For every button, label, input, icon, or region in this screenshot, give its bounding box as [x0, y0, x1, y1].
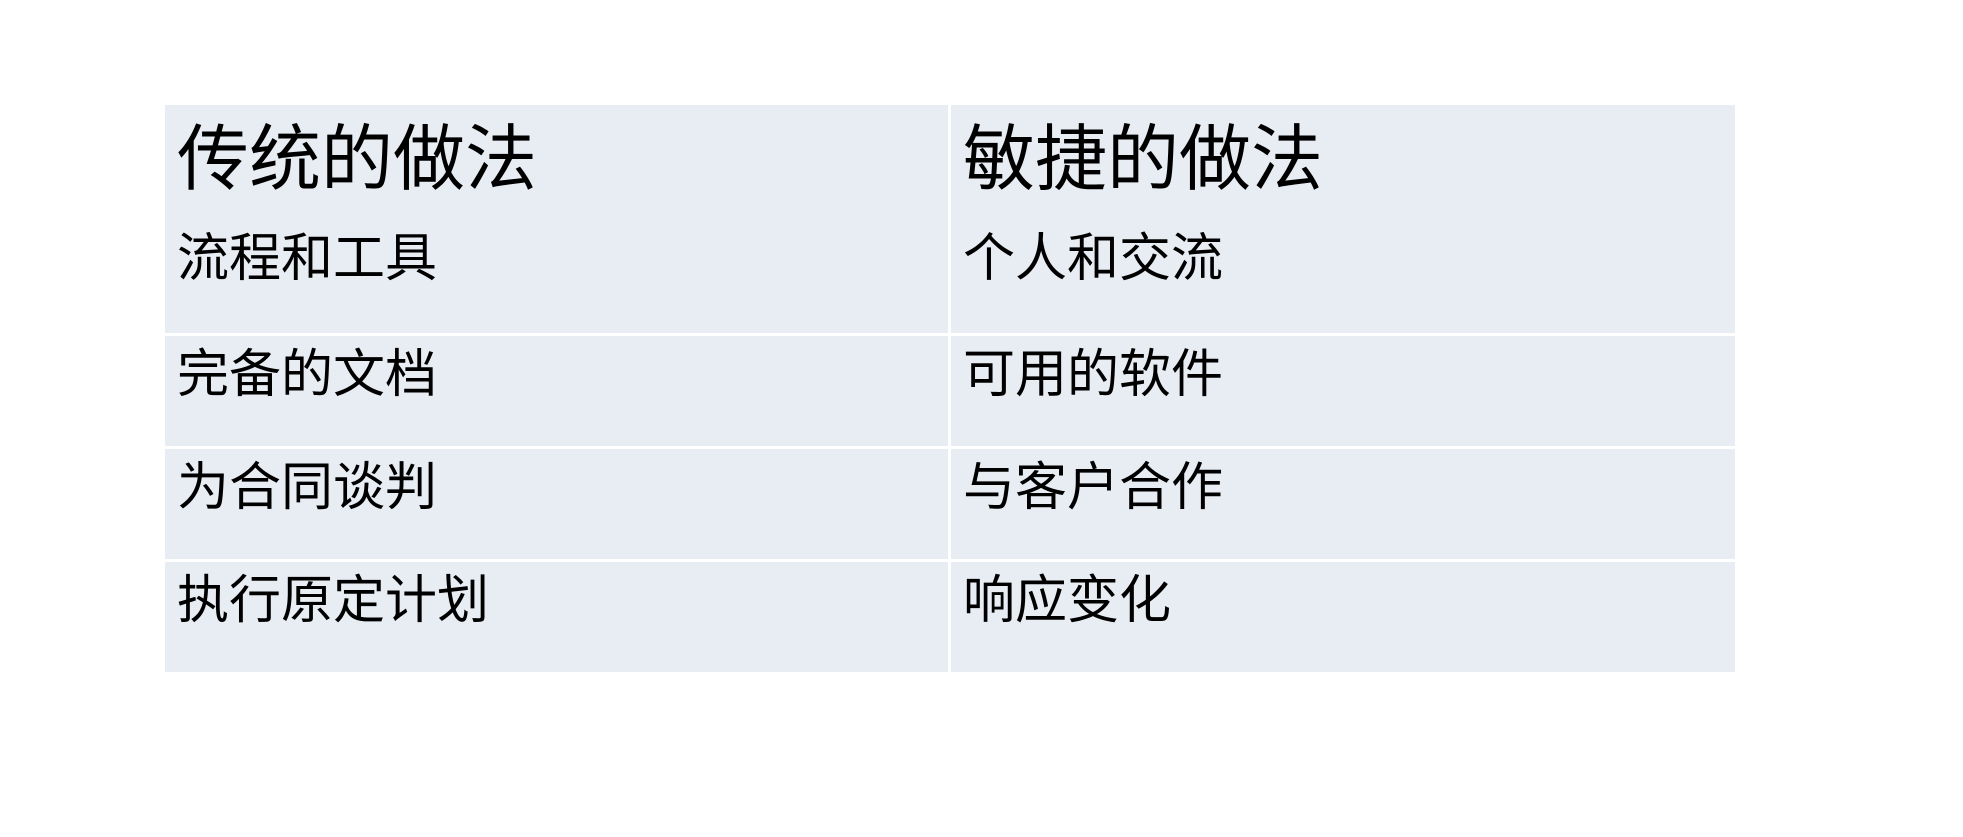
comparison-table: 传统的做法 敏捷的做法 流程和工具 个人和交流 完备的文档 可用的软件 为合同谈…: [165, 105, 1735, 672]
table-row: 流程和工具 个人和交流: [165, 220, 1735, 333]
header-row: 传统的做法 敏捷的做法: [165, 105, 1735, 220]
table-row: 完备的文档 可用的软件: [165, 333, 1735, 446]
table-row: 为合同谈判 与客户合作: [165, 446, 1735, 559]
header-agile: 敏捷的做法: [948, 105, 1735, 220]
header-traditional: 传统的做法: [165, 105, 948, 220]
cell-agile: 可用的软件: [948, 333, 1735, 446]
table-row: 执行原定计划 响应变化: [165, 559, 1735, 672]
cell-agile: 与客户合作: [948, 446, 1735, 559]
cell-agile: 个人和交流: [948, 220, 1735, 333]
cell-traditional: 为合同谈判: [165, 446, 948, 559]
cell-traditional: 完备的文档: [165, 333, 948, 446]
cell-traditional: 流程和工具: [165, 220, 948, 333]
cell-agile: 响应变化: [948, 559, 1735, 672]
cell-traditional: 执行原定计划: [165, 559, 948, 672]
